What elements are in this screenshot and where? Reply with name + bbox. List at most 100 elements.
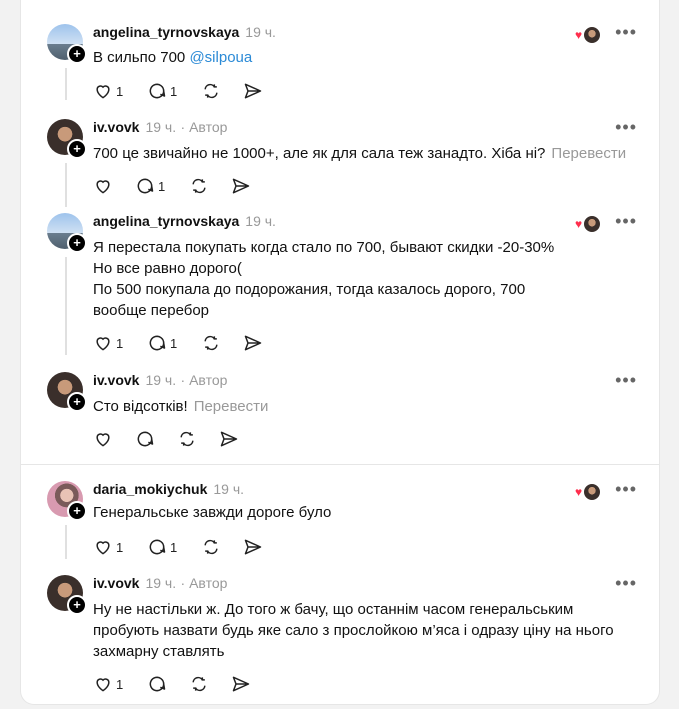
timestamp[interactable]: 19 ч. xyxy=(145,372,176,388)
follow-plus-icon[interactable]: + xyxy=(67,44,87,64)
share-icon xyxy=(244,83,262,99)
divider xyxy=(21,464,659,465)
like-button[interactable]: 1 xyxy=(93,333,123,353)
heart-icon xyxy=(96,678,110,692)
like-button[interactable]: 1 xyxy=(93,674,123,694)
thread-line xyxy=(65,525,67,559)
like-count: 1 xyxy=(116,83,124,99)
liked-by-avatars[interactable]: ♥ xyxy=(575,213,601,233)
timestamp[interactable]: 19 ч. xyxy=(213,481,244,497)
post-text-line: Ну не настільки ж. До того ж бачу, що ос… xyxy=(93,601,574,618)
comment-icon xyxy=(149,676,166,692)
reply-button[interactable]: 1 xyxy=(135,176,165,196)
share-button[interactable] xyxy=(219,429,239,449)
author-tag: · Автор xyxy=(180,119,228,135)
share-button[interactable] xyxy=(231,176,251,196)
repost-icon xyxy=(180,431,194,447)
comment-icon xyxy=(149,335,166,351)
post-text: Ну не настільки ж. До того ж бачу, що ос… xyxy=(93,599,653,662)
translate-link[interactable]: Перевести xyxy=(194,398,269,415)
repost-button[interactable] xyxy=(189,674,209,694)
post-text-line: вообще перебор xyxy=(93,302,210,319)
follow-plus-icon[interactable]: + xyxy=(67,233,87,253)
post-text: Генеральське завжди дороге було xyxy=(93,502,613,523)
share-icon xyxy=(232,676,250,692)
more-dots-icon[interactable]: ••• xyxy=(615,371,637,389)
follow-plus-icon[interactable]: + xyxy=(67,139,87,159)
username[interactable]: daria_mokiychuk xyxy=(93,481,207,497)
post-text-line: пробують назвати будь яке сало з прослой… xyxy=(93,622,614,639)
share-button[interactable] xyxy=(231,674,251,694)
username[interactable]: iv.vovk xyxy=(93,372,139,388)
username[interactable]: angelina_tyrnovskaya xyxy=(93,24,239,40)
liked-by-avatars[interactable]: ♥ xyxy=(575,481,601,501)
repost-button[interactable] xyxy=(189,176,209,196)
timestamp[interactable]: 19 ч. xyxy=(245,24,276,40)
repost-icon xyxy=(204,335,218,351)
like-button[interactable] xyxy=(93,176,113,196)
liker-avatar xyxy=(583,483,601,501)
reply-button[interactable] xyxy=(135,429,155,449)
reply-count: 1 xyxy=(170,539,178,555)
heart-icon xyxy=(96,433,110,447)
more-dots-icon[interactable]: ••• xyxy=(615,574,637,592)
more-dots-icon[interactable]: ••• xyxy=(615,118,637,136)
heart-icon xyxy=(96,337,110,351)
post-text: 700 це звичайно не 1000+, але як для сал… xyxy=(93,143,653,164)
post-text: Я перестала покупать когда стало по 700,… xyxy=(93,237,613,321)
like-button[interactable]: 1 xyxy=(93,537,123,557)
reply-button[interactable] xyxy=(147,674,167,694)
reply-button[interactable]: 1 xyxy=(147,81,177,101)
share-button[interactable] xyxy=(243,537,263,557)
post-text-body: В сильпо 700 xyxy=(93,49,190,66)
timestamp[interactable]: 19 ч. xyxy=(145,119,176,135)
username[interactable]: iv.vovk xyxy=(93,575,139,591)
author-tag: · Автор xyxy=(180,575,228,591)
repost-button[interactable] xyxy=(201,537,221,557)
timestamp[interactable]: 19 ч. xyxy=(245,213,276,229)
comment-icon xyxy=(137,431,154,447)
post-text: В сильпо 700 @silpoua xyxy=(93,47,613,68)
username[interactable]: angelina_tyrnovskaya xyxy=(93,213,239,229)
more-dots-icon[interactable]: ••• xyxy=(615,23,637,41)
repost-icon xyxy=(204,83,218,99)
share-icon xyxy=(244,335,262,351)
like-count: 1 xyxy=(116,676,124,692)
more-dots-icon[interactable]: ••• xyxy=(615,212,637,230)
post-text: Сто відсотків! Перевести xyxy=(93,396,613,417)
like-button[interactable] xyxy=(93,429,113,449)
share-icon xyxy=(232,178,250,194)
mention-link[interactable]: @silpoua xyxy=(189,49,252,66)
comment-icon xyxy=(149,539,166,555)
like-button[interactable]: 1 xyxy=(93,81,123,101)
heart-icon: ♥ xyxy=(575,28,583,42)
comment-icon xyxy=(149,83,166,99)
heart-icon: ♥ xyxy=(575,485,583,499)
repost-icon xyxy=(192,676,206,692)
more-dots-icon[interactable]: ••• xyxy=(615,480,637,498)
follow-plus-icon[interactable]: + xyxy=(67,501,87,521)
post-text-line: По 500 покупала до подорожания, тогда ка… xyxy=(93,281,526,298)
translate-link[interactable]: Перевести xyxy=(551,145,626,162)
reply-button[interactable]: 1 xyxy=(147,537,177,557)
repost-button[interactable] xyxy=(201,81,221,101)
thread-line xyxy=(65,68,67,100)
repost-icon xyxy=(204,539,218,555)
follow-plus-icon[interactable]: + xyxy=(67,392,87,412)
comment-icon xyxy=(137,178,154,194)
share-button[interactable] xyxy=(243,81,263,101)
share-icon xyxy=(244,539,262,555)
repost-button[interactable] xyxy=(201,333,221,353)
heart-icon xyxy=(96,85,110,99)
like-count: 1 xyxy=(116,539,124,555)
repost-button[interactable] xyxy=(177,429,197,449)
post-text-line: Я перестала покупать когда стало по 700,… xyxy=(93,239,555,256)
liked-by-avatars[interactable]: ♥ xyxy=(575,24,601,44)
share-button[interactable] xyxy=(243,333,263,353)
timestamp[interactable]: 19 ч. xyxy=(145,575,176,591)
username[interactable]: iv.vovk xyxy=(93,119,139,135)
reply-button[interactable]: 1 xyxy=(147,333,177,353)
follow-plus-icon[interactable]: + xyxy=(67,595,87,615)
author-tag: · Автор xyxy=(180,372,228,388)
thread-line xyxy=(65,163,67,207)
